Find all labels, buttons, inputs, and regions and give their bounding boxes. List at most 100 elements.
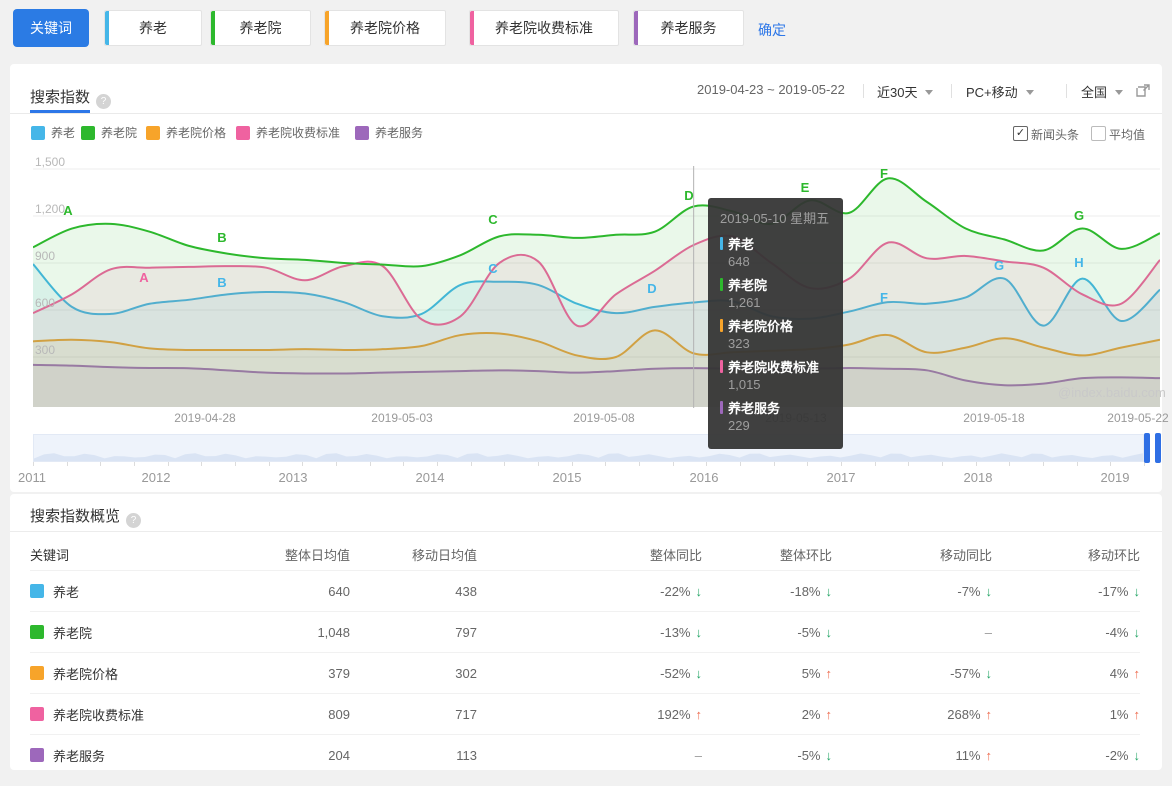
tooltip-item: 养老服务 229 bbox=[720, 398, 831, 434]
tooltip-value: 323 bbox=[728, 336, 750, 351]
help-icon[interactable]: ? bbox=[126, 513, 142, 528]
keyword-color-swatch bbox=[30, 707, 44, 721]
chevron-down-icon bbox=[925, 90, 934, 95]
pct-cell: -22% ↓ bbox=[477, 584, 702, 599]
tooltip-item: 养老 648 bbox=[720, 234, 831, 270]
timeline-tick bbox=[841, 462, 843, 466]
news-event-letter[interactable]: B bbox=[217, 230, 226, 245]
news-event-letter[interactable]: D bbox=[647, 281, 656, 296]
tooltip-series-name: 养老 bbox=[720, 234, 831, 253]
keyword-chip[interactable]: 养老院 bbox=[210, 10, 311, 46]
news-event-letter[interactable]: H bbox=[1074, 255, 1083, 270]
region-value: 全国 bbox=[1081, 85, 1108, 100]
tooltip-series-name: 养老院价格 bbox=[720, 316, 831, 335]
confirm-link[interactable]: 确定 bbox=[758, 20, 786, 40]
region-dropdown[interactable]: 全国 bbox=[1081, 82, 1124, 101]
legend-item[interactable]: 养老院收费标准 bbox=[236, 124, 340, 141]
time-range-dropdown[interactable]: 近30天 bbox=[877, 82, 934, 101]
news-headline-checkbox[interactable]: ✓ bbox=[1013, 126, 1028, 141]
arrow-up-icon: ↑ bbox=[1133, 706, 1141, 722]
open-in-new-icon[interactable] bbox=[1136, 83, 1151, 103]
legend-item[interactable]: 养老服务 bbox=[355, 124, 423, 141]
news-event-letter[interactable]: C bbox=[488, 261, 497, 276]
keyword-chip[interactable]: 养老 bbox=[104, 10, 202, 46]
device-dropdown[interactable]: PC+移动 bbox=[966, 82, 1034, 101]
tooltip-value: 1,261 bbox=[728, 295, 761, 310]
timeline-tick bbox=[672, 462, 674, 466]
news-event-letter[interactable]: E bbox=[801, 180, 810, 195]
keyword-chip[interactable]: 养老院价格 bbox=[324, 10, 446, 46]
legend-label: 养老院 bbox=[101, 126, 138, 140]
x-tick-label: 2019-05-03 bbox=[371, 411, 433, 425]
timeline-tick bbox=[571, 462, 573, 466]
column-header: 移动环比 bbox=[1087, 547, 1140, 563]
keyword-name: 养老服务 bbox=[53, 748, 106, 764]
pct-cell: 1% ↑ bbox=[992, 707, 1140, 722]
news-event-letter[interactable]: C bbox=[488, 212, 497, 227]
timeline-tick bbox=[302, 462, 304, 466]
timeline-tick bbox=[437, 462, 439, 466]
pct-value: -18% bbox=[790, 583, 821, 599]
average-checkbox[interactable]: ✓ bbox=[1091, 126, 1106, 141]
legend-item[interactable]: 养老院价格 bbox=[146, 124, 226, 141]
timeline-tick bbox=[235, 462, 237, 466]
timeline-tick bbox=[504, 462, 506, 466]
news-event-letter[interactable]: B bbox=[217, 275, 226, 290]
legend-label: 养老服务 bbox=[375, 126, 424, 140]
legend-swatch bbox=[355, 125, 369, 140]
keyword-cell: 养老 bbox=[30, 582, 250, 601]
pct-cell: -13% ↓ bbox=[477, 625, 702, 640]
tab-search-index[interactable]: 搜索指数? bbox=[30, 86, 112, 109]
keyword-name: 养老院价格 bbox=[53, 666, 119, 682]
news-event-letter[interactable]: G bbox=[994, 258, 1004, 273]
tooltip-color-bar bbox=[720, 237, 723, 250]
news-event-letter[interactable]: A bbox=[63, 203, 72, 218]
timeline-slider-track[interactable] bbox=[33, 434, 1144, 462]
table-header-row: 关键词 整体日均值 移动日均值 整体同比 整体环比 移动同比 移动环比 bbox=[30, 538, 1140, 570]
tooltip-value: 648 bbox=[728, 254, 750, 269]
timeline-year-label: 2016 bbox=[689, 470, 719, 485]
help-icon[interactable]: ? bbox=[96, 94, 112, 109]
average-label[interactable]: 平均值 bbox=[1109, 126, 1145, 143]
legend-item[interactable]: 养老院 bbox=[81, 124, 137, 141]
chevron-down-icon bbox=[1025, 90, 1034, 95]
news-event-letter[interactable]: A bbox=[139, 270, 148, 285]
table-row: 养老院价格 379 302 -52% ↓ 5% ↑ -57% ↓ 4% ↑ bbox=[30, 652, 1140, 693]
timeline-tick bbox=[942, 462, 944, 466]
keyword-chip[interactable]: 养老院收费标准 bbox=[469, 10, 619, 46]
timeline-tick bbox=[33, 462, 34, 466]
keyword-cell: 养老院 bbox=[30, 623, 250, 642]
keyword-chip[interactable]: 养老服务 bbox=[633, 10, 744, 46]
timeline-year-label: 2017 bbox=[826, 470, 856, 485]
news-event-letter[interactable]: G bbox=[1074, 208, 1084, 223]
y-tick-label: 1,200 bbox=[35, 202, 66, 216]
legend-swatch bbox=[31, 125, 45, 140]
column-header: 整体日均值 bbox=[284, 547, 350, 563]
news-event-letter[interactable]: D bbox=[684, 188, 693, 203]
keyword-color-bar bbox=[634, 11, 638, 45]
trend-chart[interactable] bbox=[33, 160, 1160, 410]
legend-item[interactable]: 养老 bbox=[31, 124, 75, 141]
tooltip-value: 1,015 bbox=[728, 377, 761, 392]
timeline-year-label: 2018 bbox=[963, 470, 993, 485]
table-row: 养老服务 204 113– -5% ↓ 11% ↑ -2% ↓ bbox=[30, 734, 1140, 775]
news-event-letter[interactable]: F bbox=[880, 166, 888, 181]
news-headline-label[interactable]: 新闻头条 bbox=[1031, 126, 1079, 143]
pct-value: 5% bbox=[801, 665, 821, 681]
news-event-letter[interactable]: F bbox=[880, 290, 888, 305]
overall-avg-cell: 1,048 bbox=[317, 624, 350, 640]
pct-value: -5% bbox=[797, 624, 821, 640]
timeline-handle-right[interactable] bbox=[1155, 433, 1161, 463]
no-data-dash: – bbox=[984, 624, 992, 640]
timeline-year-label: 2013 bbox=[278, 470, 308, 485]
chevron-down-icon bbox=[1115, 90, 1124, 95]
tooltip-value: 229 bbox=[728, 418, 750, 433]
x-tick-label: 2019-04-28 bbox=[174, 411, 236, 425]
keyword-label-button[interactable]: 关键词 bbox=[13, 9, 89, 47]
timeline-handle-left[interactable] bbox=[1144, 433, 1150, 463]
keyword-color-swatch bbox=[30, 625, 44, 639]
y-tick-label: 1,500 bbox=[35, 155, 66, 169]
keyword-name: 养老 bbox=[53, 584, 80, 600]
timeline-tick bbox=[538, 462, 540, 466]
pct-value: -4% bbox=[1105, 624, 1129, 640]
